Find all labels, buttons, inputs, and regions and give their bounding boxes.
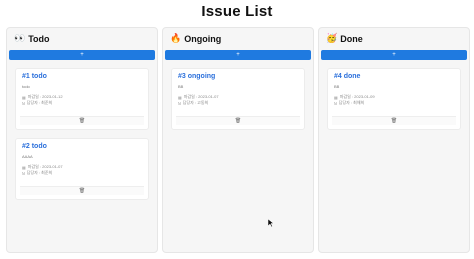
delete-row: 🗑	[332, 116, 456, 125]
issue-content: BB	[178, 84, 184, 89]
person-icon: ꓤ	[22, 100, 25, 106]
issue-card[interactable]: #1 todo todo ▦ 마감일 : 2023-01-12 ꓤ 담당자 : …	[15, 68, 149, 130]
mouse-cursor-icon	[268, 219, 274, 227]
assignee-text: 담당자 : 최준희	[26, 100, 53, 105]
delete-row: 🗑	[20, 116, 144, 125]
party-face-icon: 🥳	[326, 33, 338, 43]
eyes-icon: 👀	[14, 33, 26, 43]
column-title: Done	[340, 33, 363, 44]
person-icon: ꓤ	[22, 170, 25, 176]
calendar-icon: ▦	[178, 94, 182, 100]
issue-card[interactable]: #3 ongoing BB ▦ 마감일 : 2023-01-07 ꓤ 담당자 :…	[171, 68, 305, 130]
person-icon: ꓤ	[334, 100, 337, 106]
calendar-icon: ▦	[334, 94, 338, 100]
fire-icon: 🔥	[170, 33, 182, 43]
column-header: 🔥 Ongoing	[170, 33, 221, 44]
assignee-text: 담당자 : 고동희	[182, 100, 209, 105]
page-title: Issue List	[201, 3, 273, 20]
assignee: ꓤ 담당자 : 최준희	[22, 100, 52, 106]
trash-icon[interactable]: 🗑	[79, 188, 85, 194]
trash-icon[interactable]: 🗑	[235, 118, 241, 124]
column-done: 🥳 Done + #4 done BB ▦ 마감일 : 2023-01-09 ꓤ…	[318, 27, 470, 253]
person-icon: ꓤ	[178, 100, 181, 106]
column-title: Todo	[28, 33, 50, 44]
add-issue-button[interactable]: +	[321, 50, 467, 60]
issue-title[interactable]: #4 done	[334, 73, 360, 80]
add-issue-button[interactable]: +	[165, 50, 311, 60]
assignee-text: 담당자 : 최준희	[26, 170, 53, 175]
issue-content: AAAA	[22, 154, 33, 159]
assignee: ꓤ 담당자 : 최준희	[22, 170, 52, 176]
assignee-text: 담당자 : 최해희	[338, 100, 365, 105]
delete-row: 🗑	[176, 116, 300, 125]
issue-title[interactable]: #1 todo	[22, 73, 47, 80]
assignee: ꓤ 담당자 : 고동희	[178, 100, 208, 106]
issue-content: todo	[22, 84, 30, 89]
add-issue-button[interactable]: +	[9, 50, 155, 60]
issue-title[interactable]: #3 ongoing	[178, 73, 215, 80]
column-header: 👀 Todo	[14, 33, 50, 44]
issue-content: BB	[334, 84, 340, 89]
issue-title[interactable]: #2 todo	[22, 143, 47, 150]
calendar-icon: ▦	[22, 164, 26, 170]
column-header: 🥳 Done	[326, 33, 363, 44]
column-title: Ongoing	[184, 33, 222, 44]
issue-card[interactable]: #4 done BB ▦ 마감일 : 2023-01-09 ꓤ 담당자 : 최해…	[327, 68, 461, 130]
trash-icon[interactable]: 🗑	[79, 118, 85, 124]
issue-card[interactable]: #2 todo AAAA ▦ 마감일 : 2023-01-07 ꓤ 담당자 : …	[15, 138, 149, 200]
column-todo: 👀 Todo + #1 todo todo ▦ 마감일 : 2023-01-12…	[6, 27, 158, 253]
trash-icon[interactable]: 🗑	[391, 118, 397, 124]
column-ongoing: 🔥 Ongoing + #3 ongoing BB ▦ 마감일 : 2023-0…	[162, 27, 314, 253]
delete-row: 🗑	[20, 186, 144, 195]
assignee: ꓤ 담당자 : 최해희	[334, 100, 364, 106]
calendar-icon: ▦	[22, 94, 26, 100]
